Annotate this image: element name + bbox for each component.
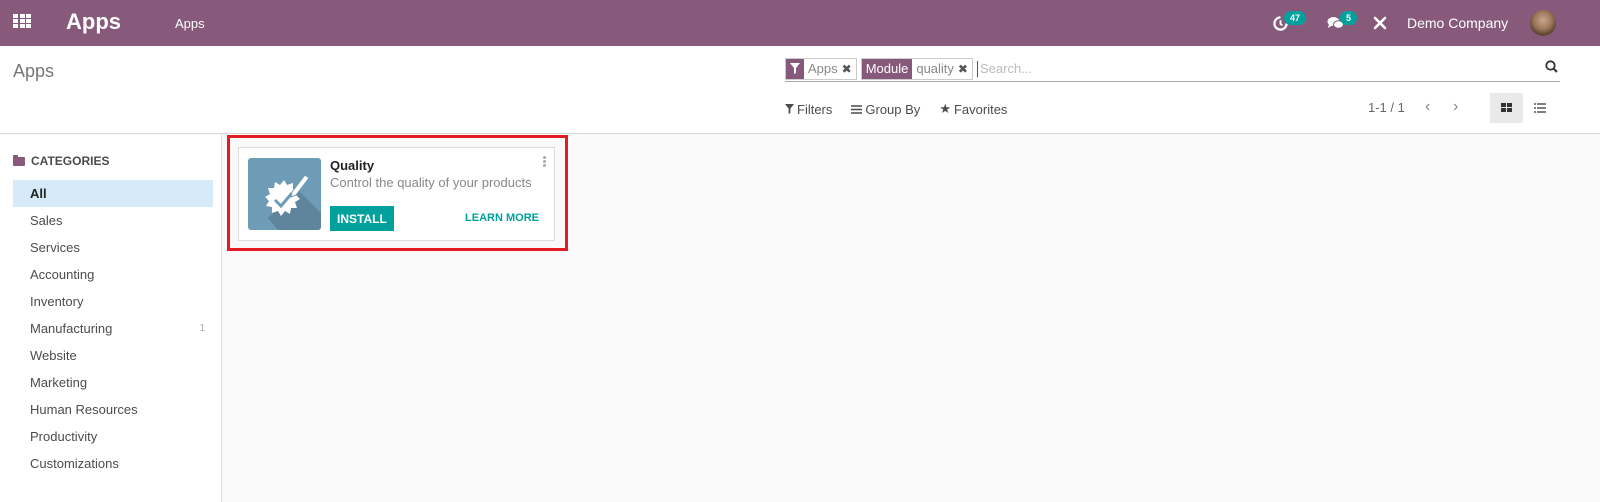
favorites-label: Favorites: [953, 101, 1008, 117]
kebab-menu-icon[interactable]: [543, 156, 546, 168]
category-item-human-resources[interactable]: Human Resources: [13, 396, 213, 423]
category-label: Marketing: [30, 375, 88, 390]
folder-icon: [13, 154, 25, 166]
nav-menu-apps[interactable]: Apps: [175, 16, 205, 31]
search-options: Filters Group By ★ Favorites: [785, 101, 1026, 117]
group-by-button[interactable]: Group By: [851, 101, 920, 117]
search-facet-module: Module quality ✖: [860, 57, 973, 80]
category-item-all[interactable]: All: [13, 180, 213, 207]
app-card-quality[interactable]: Quality Control the quality of your prod…: [238, 147, 555, 241]
category-item-website[interactable]: Website: [13, 342, 213, 369]
activity-count-badge: 47: [1284, 11, 1307, 25]
category-label: Inventory: [30, 294, 84, 309]
category-label: Services: [30, 240, 80, 255]
app-summary: Control the quality of your products: [330, 175, 532, 190]
remove-facet-icon[interactable]: ✖: [842, 62, 856, 76]
search-bar: Apps ✖ Module quality ✖: [785, 56, 1560, 82]
install-button[interactable]: INSTALL: [330, 206, 394, 231]
category-count: 1: [199, 323, 205, 334]
filters-label: Filters: [797, 101, 833, 117]
category-label: Accounting: [30, 267, 95, 282]
bars-icon: [851, 104, 863, 114]
categories-title: CATEGORIES: [31, 154, 110, 168]
favorites-button[interactable]: ★ Favorites: [939, 101, 1007, 117]
star-icon: ★: [939, 101, 951, 116]
category-item-productivity[interactable]: Productivity: [13, 423, 213, 450]
list-icon: [1533, 103, 1546, 113]
app-brand-title: Apps: [66, 9, 121, 34]
pager-value[interactable]: 1-1 / 1: [1368, 100, 1405, 115]
message-count-badge: 5: [1340, 11, 1358, 25]
learn-more-link[interactable]: LEARN MORE: [465, 212, 539, 224]
kanban-view-button[interactable]: [1490, 93, 1523, 123]
category-item-manufacturing[interactable]: Manufacturing 1: [13, 315, 213, 342]
quality-badge-pencil-icon: [248, 158, 321, 230]
control-panel: Apps Apps ✖ Module quality ✖ Filters Gro…: [0, 46, 1600, 134]
category-item-services[interactable]: Services: [13, 234, 213, 261]
category-item-accounting[interactable]: Accounting: [13, 261, 213, 288]
filter-icon: [785, 104, 794, 114]
category-label: Manufacturing: [30, 321, 113, 336]
category-label: Human Resources: [30, 402, 138, 417]
category-item-sales[interactable]: Sales: [13, 207, 213, 234]
facet-value: Apps: [808, 61, 838, 76]
facet-value: quality: [916, 61, 954, 76]
category-label: Customizations: [30, 456, 119, 471]
app-name: Quality: [330, 158, 375, 173]
category-label: Productivity: [30, 429, 98, 444]
grid-icon: [1501, 103, 1512, 112]
remove-facet-icon[interactable]: ✖: [958, 62, 972, 76]
pager-next-icon[interactable]: ›: [1453, 98, 1458, 116]
categories-sidebar: CATEGORIES All Sales Services Accounting…: [0, 135, 222, 502]
pager-previous-icon[interactable]: ‹: [1425, 98, 1430, 116]
group-by-label: Group By: [865, 101, 921, 117]
app-menu-grid-icon[interactable]: [13, 14, 31, 29]
facet-label: Module: [861, 58, 913, 79]
filters-button[interactable]: Filters: [785, 101, 832, 117]
filter-icon: [786, 58, 804, 79]
debug-tools-icon[interactable]: [1373, 0, 1387, 46]
list-view-button[interactable]: [1523, 93, 1556, 123]
top-navbar: Apps Apps 47 5 Demo Company: [0, 0, 1600, 46]
search-facet-filter: Apps ✖: [785, 57, 857, 80]
category-list: All Sales Services Accounting Inventory …: [13, 180, 213, 477]
category-label: All: [30, 186, 47, 201]
category-item-marketing[interactable]: Marketing: [13, 369, 213, 396]
search-input[interactable]: [976, 60, 1560, 77]
categories-header: CATEGORIES: [13, 154, 109, 168]
category-item-inventory[interactable]: Inventory: [13, 288, 213, 315]
category-item-customizations[interactable]: Customizations: [13, 450, 213, 477]
user-avatar[interactable]: [1530, 10, 1556, 36]
category-label: Sales: [30, 213, 63, 228]
messaging-menu[interactable]: 5: [1327, 0, 1358, 46]
category-label: Website: [30, 348, 77, 363]
activity-menu[interactable]: 47: [1273, 0, 1307, 46]
company-switcher[interactable]: Demo Company: [1407, 0, 1508, 46]
search-icon[interactable]: [1545, 60, 1558, 76]
breadcrumb: Apps: [13, 61, 55, 81]
